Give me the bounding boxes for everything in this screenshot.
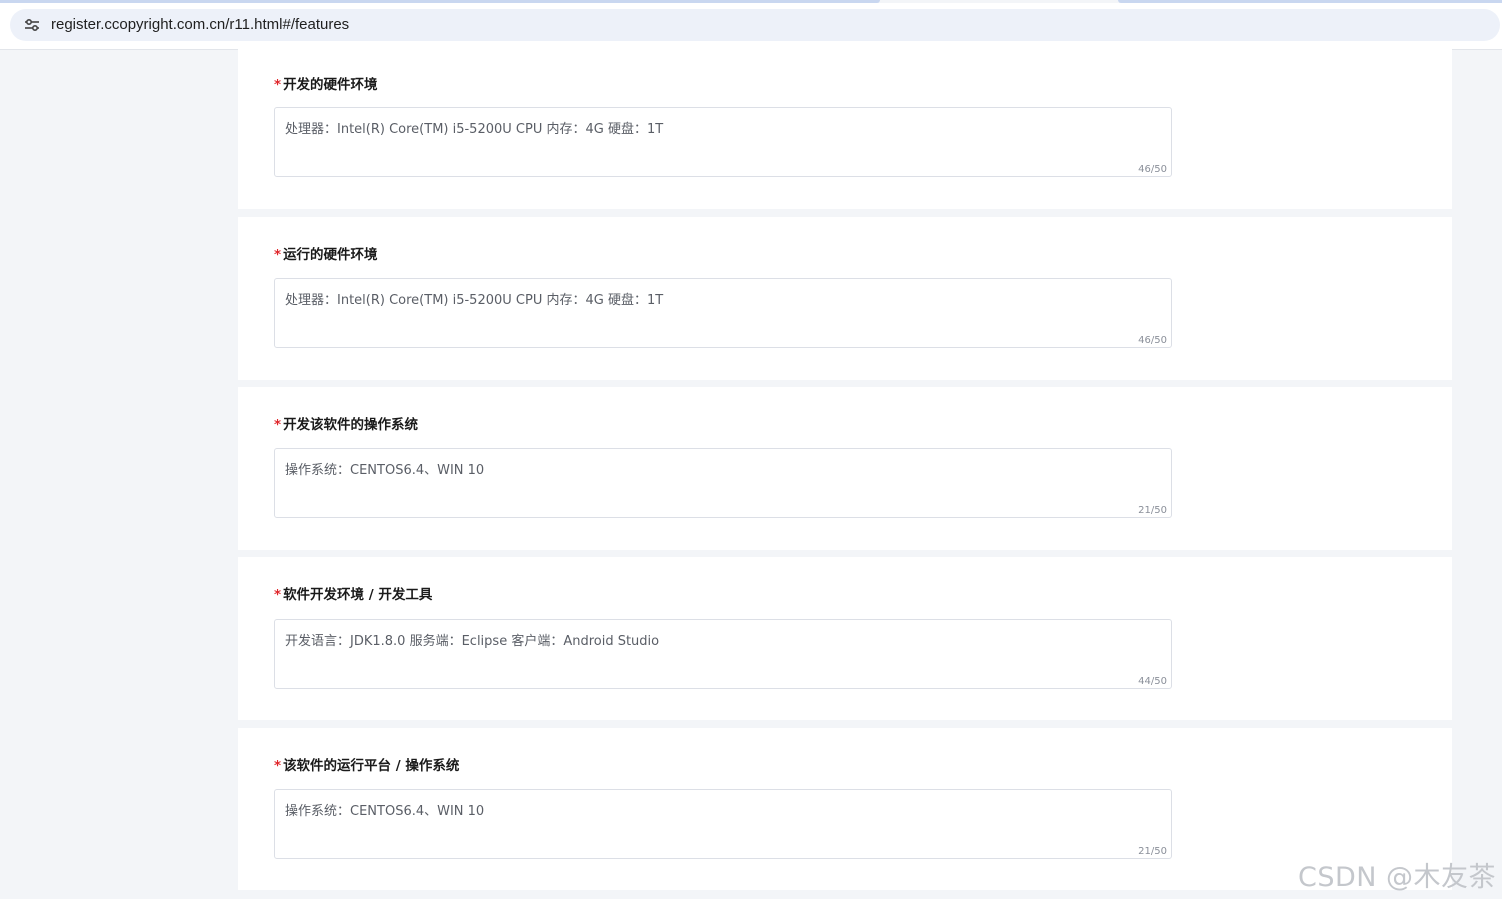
textarea-value: 处理器：Intel(R) Core(TM) i5-5200U CPU 内存：4G… <box>285 293 664 308</box>
textarea-value: 处理器：Intel(R) Core(TM) i5-5200U CPU 内存：4G… <box>285 122 664 137</box>
field-label: * 开发该软件的操作系统 <box>274 413 418 433</box>
field-label: * 软件开发环境 / 开发工具 <box>274 583 432 603</box>
required-marker: * <box>274 758 282 774</box>
dev-tools-textarea[interactable]: 开发语言：JDK1.8.0 服务端：Eclipse 客户端：Android St… <box>274 619 1172 689</box>
required-marker: * <box>274 247 282 263</box>
dev-hardware-textarea[interactable]: 处理器：Intel(R) Core(TM) i5-5200U CPU 内存：4G… <box>274 107 1172 177</box>
char-counter: 46/50 <box>1138 164 1167 175</box>
url-field[interactable]: register.ccopyright.com.cn/r11.html#/fea… <box>10 9 1500 41</box>
form-card-dev-os: * 开发该软件的操作系统 操作系统：CENTOS6.4、WIN 10 21/50 <box>238 387 1452 550</box>
field-label: * 开发的硬件环境 <box>274 73 378 93</box>
textarea-value: 开发语言：JDK1.8.0 服务端：Eclipse 客户端：Android St… <box>285 634 660 649</box>
field-label-text: 运行的硬件环境 <box>283 247 378 263</box>
char-counter: 21/50 <box>1138 846 1167 857</box>
char-counter: 21/50 <box>1138 505 1167 516</box>
dev-os-textarea[interactable]: 操作系统：CENTOS6.4、WIN 10 21/50 <box>274 448 1172 518</box>
textarea-value: 操作系统：CENTOS6.4、WIN 10 <box>285 804 485 819</box>
char-counter: 46/50 <box>1138 335 1167 346</box>
watermark: CSDN @木友茶 <box>1298 862 1497 893</box>
form-card-dev-tools: * 软件开发环境 / 开发工具 开发语言：JDK1.8.0 服务端：Eclipse… <box>238 557 1452 720</box>
site-info-icon[interactable] <box>23 17 41 33</box>
field-label-text: 该软件的运行平台 / 操作系统 <box>283 758 460 774</box>
required-marker: * <box>274 417 282 433</box>
required-marker: * <box>274 77 282 93</box>
field-label-text: 软件开发环境 / 开发工具 <box>283 587 433 603</box>
url-text[interactable]: register.ccopyright.com.cn/r11.html#/fea… <box>51 16 349 33</box>
form-card-dev-hardware: * 开发的硬件环境 处理器：Intel(R) Core(TM) i5-5200U … <box>238 49 1452 209</box>
form-card-run-hardware: * 运行的硬件环境 处理器：Intel(R) Core(TM) i5-5200U … <box>238 217 1452 380</box>
form-card-run-platform: * 该软件的运行平台 / 操作系统 操作系统：CENTOS6.4、WIN 10 2… <box>238 728 1452 890</box>
field-label: * 该软件的运行平台 / 操作系统 <box>274 754 459 774</box>
field-label-text: 开发该软件的操作系统 <box>283 417 419 433</box>
char-counter: 44/50 <box>1138 676 1167 687</box>
field-label: * 运行的硬件环境 <box>274 243 378 263</box>
textarea-value: 操作系统：CENTOS6.4、WIN 10 <box>285 463 485 478</box>
address-bar: register.ccopyright.com.cn/r11.html#/fea… <box>0 3 1502 50</box>
required-marker: * <box>274 587 282 603</box>
run-platform-textarea[interactable]: 操作系统：CENTOS6.4、WIN 10 21/50 <box>274 789 1172 859</box>
field-label-text: 开发的硬件环境 <box>283 77 378 93</box>
run-hardware-textarea[interactable]: 处理器：Intel(R) Core(TM) i5-5200U CPU 内存：4G… <box>274 278 1172 348</box>
